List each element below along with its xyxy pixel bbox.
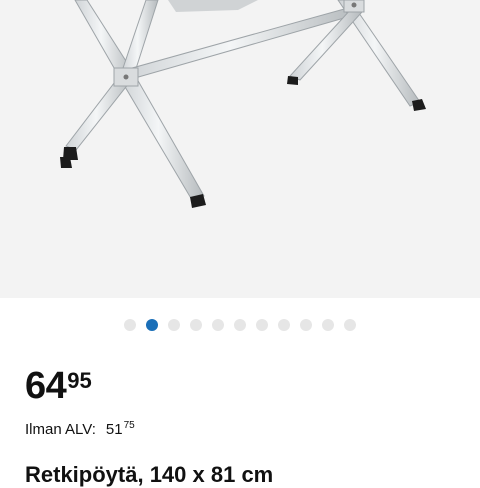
pagination-dot[interactable] [300,319,312,331]
pagination-dot[interactable] [278,319,290,331]
vat-price-decimals: 75 [123,420,135,431]
gallery-pagination [0,319,480,331]
pagination-dot[interactable] [344,319,356,331]
product-title: Retkipöytä, 140 x 81 cm [25,462,274,487]
pagination-dot[interactable] [256,319,268,331]
pagination-dot[interactable] [168,319,180,331]
price-integer: 64 [25,365,67,407]
pagination-dot[interactable] [212,319,224,331]
pagination-dot[interactable] [322,319,334,331]
price-without-vat: Ilman ALV: 51 75 [25,420,135,438]
product-price: 64 95 [25,367,92,405]
table-legs-illustration [60,0,426,208]
pagination-dot[interactable] [124,319,136,331]
pagination-dot-active[interactable] [146,319,158,331]
vat-label: Ilman ALV: [25,421,96,438]
product-image[interactable] [0,0,480,298]
pagination-dot[interactable] [234,319,246,331]
pagination-dot[interactable] [190,319,202,331]
vat-price-integer: 51 [105,421,123,438]
price-decimals: 95 [67,368,92,393]
